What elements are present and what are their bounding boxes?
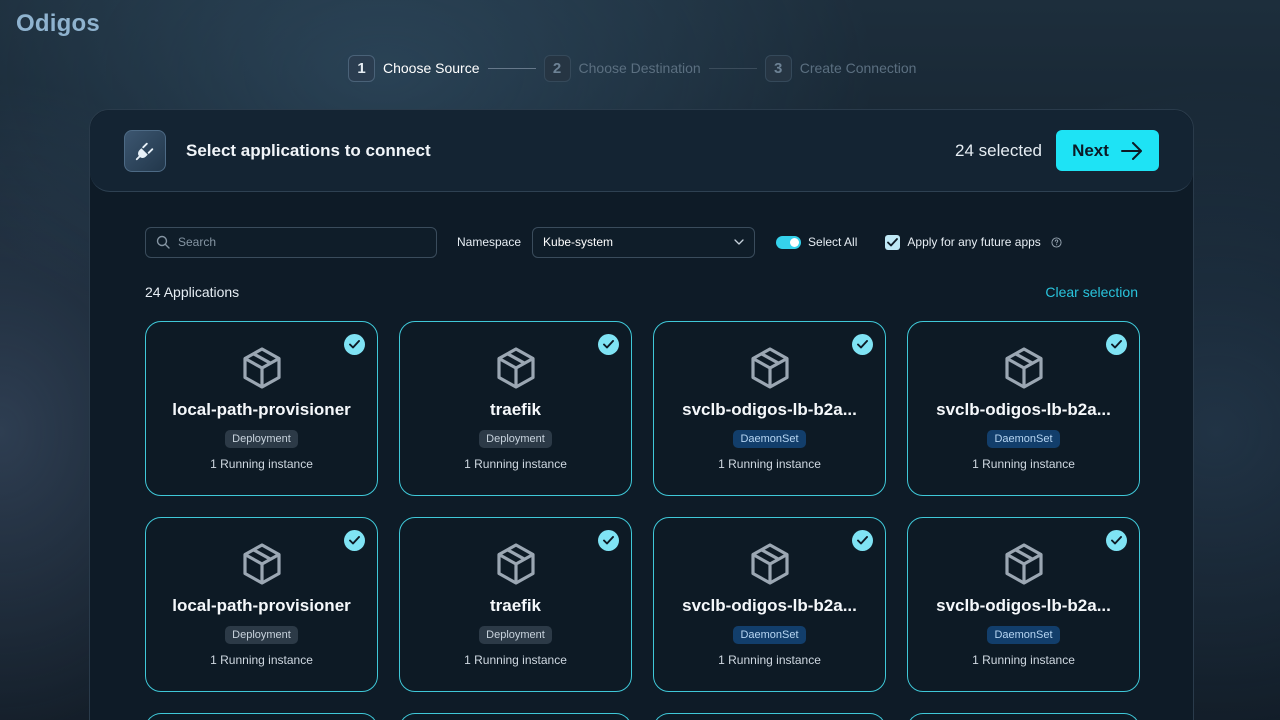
plug-icon — [124, 129, 166, 172]
app-card[interactable] — [145, 713, 378, 720]
instance-count: 1 Running instance — [210, 653, 313, 667]
sources-panel: Select applications to connect 24 select… — [89, 109, 1194, 720]
app-card[interactable] — [907, 713, 1140, 720]
header-actions: 24 selected Next — [955, 130, 1159, 171]
app-name: local-path-provisioner — [172, 596, 351, 615]
app-card[interactable]: svclb-odigos-lb-b2a... DaemonSet 1 Runni… — [653, 321, 886, 496]
app-name: traefik — [489, 596, 542, 615]
app-card[interactable] — [653, 713, 886, 720]
app-name: svclb-odigos-lb-b2a... — [936, 400, 1111, 419]
next-button[interactable]: Next — [1056, 130, 1159, 171]
clear-selection-link[interactable]: Clear selection — [1045, 284, 1138, 300]
app-card[interactable]: svclb-odigos-lb-b2a... DaemonSet 1 Runni… — [907, 321, 1140, 496]
step-number: 1 — [348, 54, 375, 82]
step-label: Create Connection — [799, 60, 917, 76]
filter-toolbar: Namespace Kube-system Select All Apply f… — [145, 226, 1062, 258]
step-label: Choose Destination — [578, 60, 701, 76]
namespace-select[interactable]: Kube-system — [532, 226, 756, 258]
next-button-label: Next — [1072, 140, 1109, 160]
app-card[interactable]: svclb-odigos-lb-b2a... DaemonSet 1 Runni… — [907, 517, 1140, 692]
selected-check-icon — [852, 530, 873, 551]
cube-icon — [750, 347, 789, 389]
applications-count: 24 Applications — [145, 284, 240, 300]
app-name: local-path-provisioner — [172, 400, 351, 419]
app-name: traefik — [489, 400, 542, 419]
selected-check-icon — [598, 530, 619, 551]
selected-check-icon — [598, 334, 619, 355]
instance-count: 1 Running instance — [718, 653, 821, 667]
app-card[interactable]: svclb-odigos-lb-b2a... DaemonSet 1 Runni… — [653, 517, 886, 692]
app-card[interactable]: local-path-provisioner Deployment 1 Runn… — [145, 321, 378, 496]
namespace-value: Kube-system — [543, 235, 614, 249]
select-all-toggle[interactable] — [776, 235, 802, 249]
namespace-label: Namespace — [457, 235, 522, 249]
selected-check-icon — [852, 334, 873, 355]
future-apps-control[interactable]: Apply for any future apps — [885, 234, 1062, 250]
chevron-down-icon — [734, 239, 744, 245]
instance-count: 1 Running instance — [464, 457, 567, 471]
select-all-control[interactable]: Select All — [776, 235, 857, 249]
app-name: svclb-odigos-lb-b2a... — [682, 400, 857, 419]
step-connector — [708, 67, 757, 69]
instance-count: 1 Running instance — [972, 457, 1075, 471]
checkmark-icon — [887, 237, 899, 246]
step-create-connection: 3 Create Connection — [764, 54, 917, 82]
instance-count: 1 Running instance — [972, 653, 1075, 667]
search-box[interactable] — [145, 226, 437, 258]
app-card[interactable]: local-path-provisioner Deployment 1 Runn… — [145, 517, 378, 692]
instance-count: 1 Running instance — [210, 457, 313, 471]
future-apps-checkbox[interactable] — [885, 234, 901, 250]
step-label: Choose Source — [383, 60, 480, 76]
applications-grid: local-path-provisioner Deployment 1 Runn… — [145, 321, 1140, 720]
cube-icon — [242, 543, 281, 585]
step-number: 2 — [543, 54, 571, 82]
setup-stepper: 1 Choose Source 2 Choose Destination 3 C… — [348, 54, 916, 82]
selected-check-icon — [344, 530, 365, 551]
step-choose-source: 1 Choose Source — [348, 54, 480, 82]
step-choose-destination: 2 Choose Destination — [543, 54, 701, 82]
selected-check-icon — [344, 334, 365, 355]
selected-check-icon — [1106, 530, 1127, 551]
workload-kind-badge: Deployment — [479, 626, 552, 644]
select-all-label: Select All — [808, 235, 858, 249]
cube-icon — [242, 347, 281, 389]
cube-icon — [1004, 347, 1043, 389]
page-title: Select applications to connect — [186, 140, 431, 160]
workload-kind-badge: DaemonSet — [987, 626, 1060, 644]
app-name: svclb-odigos-lb-b2a... — [936, 596, 1111, 615]
cube-icon — [496, 543, 535, 585]
search-icon — [156, 235, 170, 249]
instance-count: 1 Running instance — [464, 653, 567, 667]
future-apps-label: Apply for any future apps — [907, 235, 1041, 249]
workload-kind-badge: DaemonSet — [987, 430, 1060, 448]
app-name: svclb-odigos-lb-b2a... — [682, 596, 857, 615]
workload-kind-badge: Deployment — [225, 430, 298, 448]
cube-icon — [1004, 543, 1043, 585]
instance-count: 1 Running instance — [718, 457, 821, 471]
step-number: 3 — [764, 54, 792, 82]
odigos-logo: Odigos — [16, 10, 100, 37]
workload-kind-badge: DaemonSet — [733, 626, 806, 644]
search-input[interactable] — [178, 235, 418, 249]
app-card[interactable] — [399, 713, 632, 720]
cube-icon — [496, 347, 535, 389]
help-icon[interactable] — [1051, 236, 1062, 248]
arrow-right-icon — [1120, 141, 1142, 160]
app-card[interactable]: traefik Deployment 1 Running instance — [399, 517, 632, 692]
cube-icon — [750, 543, 789, 585]
selected-check-icon — [1106, 334, 1127, 355]
app-card[interactable]: traefik Deployment 1 Running instance — [399, 321, 632, 496]
step-connector — [487, 67, 536, 69]
workload-kind-badge: Deployment — [479, 430, 552, 448]
selected-count: 24 selected — [955, 140, 1042, 160]
workload-kind-badge: Deployment — [225, 626, 298, 644]
panel-header: Select applications to connect 24 select… — [90, 110, 1193, 192]
workload-kind-badge: DaemonSet — [733, 430, 806, 448]
